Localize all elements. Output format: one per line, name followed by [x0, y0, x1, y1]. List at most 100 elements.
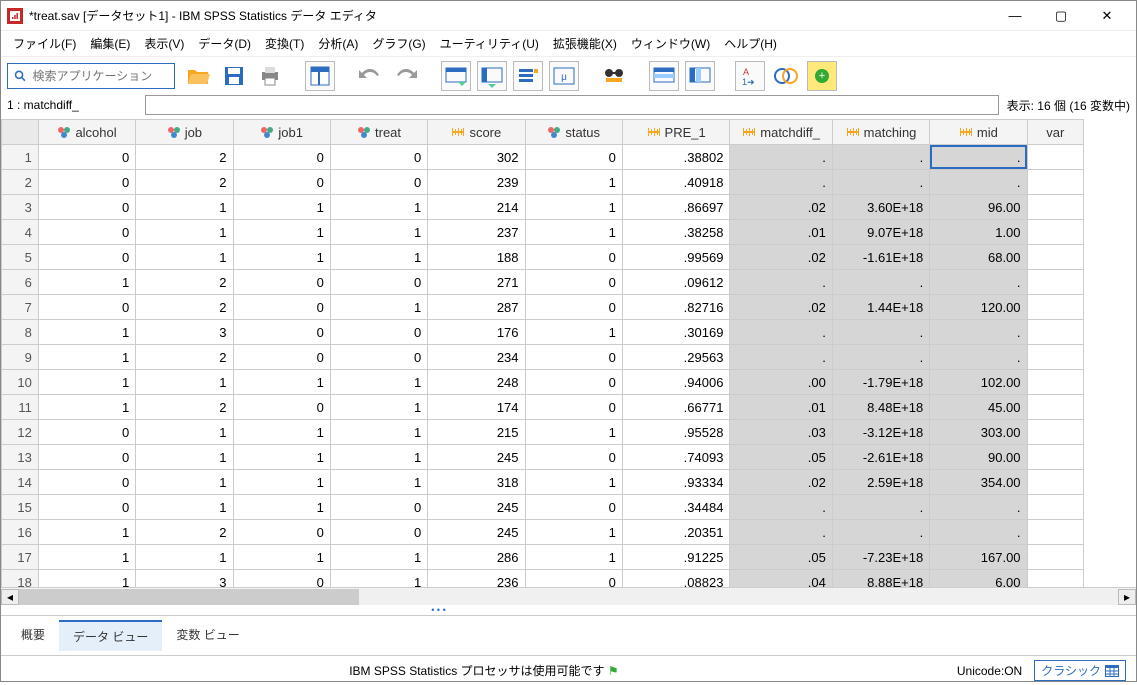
menu-extensions[interactable]: 拡張機能(X) — [547, 33, 623, 54]
cell[interactable]: .74093 — [622, 445, 730, 470]
cell[interactable]: 1 — [38, 395, 135, 420]
cell[interactable]: 1 — [330, 445, 427, 470]
cell[interactable]: 0 — [525, 495, 622, 520]
scroll-thumb[interactable] — [19, 589, 359, 605]
cell[interactable]: 1.00 — [930, 220, 1027, 245]
cell[interactable]: . — [730, 170, 832, 195]
cell[interactable]: 6.00 — [930, 570, 1027, 588]
row-header[interactable]: 16 — [2, 520, 39, 545]
row-header[interactable]: 4 — [2, 220, 39, 245]
split-file-button[interactable]: A1➜ — [735, 61, 765, 91]
cell[interactable]: 1 — [136, 420, 233, 445]
row-header[interactable]: 2 — [2, 170, 39, 195]
cell-empty[interactable] — [1027, 370, 1083, 395]
cell[interactable]: . — [832, 170, 929, 195]
cell[interactable]: 1 — [38, 370, 135, 395]
column-header-status[interactable]: status — [525, 120, 622, 145]
cell-value-input[interactable] — [145, 95, 999, 115]
column-header-job[interactable]: job — [136, 120, 233, 145]
minimize-button[interactable]: — — [992, 1, 1038, 31]
cell[interactable]: .91225 — [622, 545, 730, 570]
cell[interactable]: 1 — [330, 470, 427, 495]
insert-variable-button[interactable] — [685, 61, 715, 91]
column-header-score[interactable]: score — [428, 120, 525, 145]
cell[interactable]: 2 — [136, 170, 233, 195]
cell[interactable]: .02 — [730, 245, 832, 270]
cell[interactable]: 1 — [233, 420, 330, 445]
cell[interactable]: .05 — [730, 445, 832, 470]
cell-empty[interactable] — [1027, 520, 1083, 545]
cell[interactable]: 3 — [136, 320, 233, 345]
cell[interactable]: 1 — [330, 420, 427, 445]
cell[interactable]: .04 — [730, 570, 832, 588]
cell[interactable]: 8.48E+18 — [832, 395, 929, 420]
cell-empty[interactable] — [1027, 295, 1083, 320]
print-button[interactable] — [255, 61, 285, 91]
cell[interactable]: 303.00 — [930, 420, 1027, 445]
row-header[interactable]: 5 — [2, 245, 39, 270]
splitter-grip[interactable]: • • • — [1, 605, 1136, 615]
cell[interactable]: 1 — [136, 195, 233, 220]
menu-transform[interactable]: 変換(T) — [259, 33, 310, 54]
cell[interactable]: 271 — [428, 270, 525, 295]
column-header-matchdiff_[interactable]: matchdiff_ — [730, 120, 832, 145]
menu-edit[interactable]: 編集(E) — [84, 33, 136, 54]
cell[interactable]: .82716 — [622, 295, 730, 320]
column-header-treat[interactable]: treat — [330, 120, 427, 145]
cell[interactable]: 0 — [330, 320, 427, 345]
weight-cases-button[interactable] — [771, 61, 801, 91]
cell[interactable]: 0 — [525, 445, 622, 470]
classic-mode-button[interactable]: クラシック — [1034, 660, 1126, 681]
cell[interactable]: 1 — [330, 220, 427, 245]
row-header[interactable]: 9 — [2, 345, 39, 370]
cell[interactable]: 188 — [428, 245, 525, 270]
cell[interactable]: . — [930, 495, 1027, 520]
insert-cases-button[interactable] — [649, 61, 679, 91]
cell[interactable]: . — [832, 320, 929, 345]
menu-help[interactable]: ヘルプ(H) — [718, 33, 783, 54]
cell[interactable]: . — [832, 345, 929, 370]
menu-analyze[interactable]: 分析(A) — [312, 33, 364, 54]
cell-empty[interactable] — [1027, 470, 1083, 495]
cell-empty[interactable] — [1027, 345, 1083, 370]
cell[interactable]: 2 — [136, 270, 233, 295]
select-cases-button[interactable]: + — [807, 61, 837, 91]
cell[interactable]: 0 — [233, 345, 330, 370]
row-header[interactable]: 17 — [2, 545, 39, 570]
row-header[interactable]: 14 — [2, 470, 39, 495]
cell[interactable]: 2 — [136, 395, 233, 420]
cell-empty[interactable] — [1027, 420, 1083, 445]
cell[interactable]: 96.00 — [930, 195, 1027, 220]
cell[interactable]: -2.61E+18 — [832, 445, 929, 470]
cell[interactable]: .05 — [730, 545, 832, 570]
cell[interactable]: 167.00 — [930, 545, 1027, 570]
cell[interactable]: . — [832, 495, 929, 520]
close-button[interactable]: ✕ — [1084, 1, 1130, 31]
column-header-matching[interactable]: matching — [832, 120, 929, 145]
cell[interactable]: 0 — [233, 295, 330, 320]
menu-window[interactable]: ウィンドウ(W) — [625, 33, 716, 54]
cell[interactable]: . — [730, 495, 832, 520]
cell[interactable]: . — [730, 520, 832, 545]
corner-cell[interactable] — [2, 120, 39, 145]
cell[interactable]: 1.44E+18 — [832, 295, 929, 320]
tab-variable-view[interactable]: 変数 ビュー — [162, 620, 253, 651]
row-header[interactable]: 1 — [2, 145, 39, 170]
cell[interactable]: 0 — [38, 495, 135, 520]
cell[interactable]: 0 — [38, 295, 135, 320]
cell[interactable]: 354.00 — [930, 470, 1027, 495]
cell[interactable]: . — [930, 520, 1027, 545]
cell[interactable]: 0 — [38, 145, 135, 170]
cell[interactable]: 2.59E+18 — [832, 470, 929, 495]
cell[interactable]: .00 — [730, 370, 832, 395]
cell[interactable]: 239 — [428, 170, 525, 195]
cell[interactable]: 0 — [38, 245, 135, 270]
cell[interactable]: 0 — [525, 395, 622, 420]
cell[interactable]: 1 — [525, 195, 622, 220]
tab-overview[interactable]: 概要 — [7, 620, 59, 651]
cell[interactable]: .03 — [730, 420, 832, 445]
cell-empty[interactable] — [1027, 195, 1083, 220]
cell[interactable]: 1 — [233, 545, 330, 570]
cell[interactable]: .38258 — [622, 220, 730, 245]
cell[interactable]: .99569 — [622, 245, 730, 270]
